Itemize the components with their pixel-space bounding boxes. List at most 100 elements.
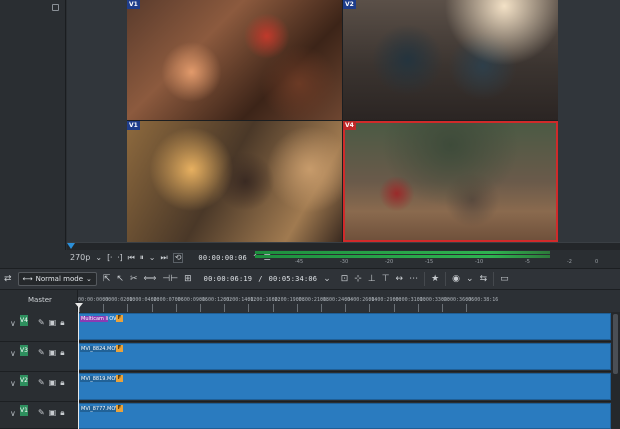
timeline-vertical-scrollbar[interactable]	[611, 312, 620, 429]
spacer-tool-icon[interactable]: ⟺	[144, 274, 157, 284]
monitor-ruler[interactable]	[67, 242, 620, 250]
meter-label: -15	[425, 259, 434, 265]
lift-icon[interactable]: ↔	[396, 274, 404, 284]
clip-name: MVI_8824.MOV	[80, 346, 120, 352]
forward-icon[interactable]: ⏭	[161, 253, 168, 262]
chevron-down-icon: ⌄	[86, 275, 92, 283]
chevron-down-icon[interactable]: ⌄	[466, 274, 474, 284]
select-tool-icon[interactable]: ⇱	[103, 274, 111, 284]
effect-badge[interactable]: F	[116, 315, 123, 322]
play-pause-icon[interactable]: ⏸	[140, 253, 144, 262]
edit-icon[interactable]: ✎	[38, 408, 45, 418]
mix-icon[interactable]: ⇆	[480, 274, 488, 284]
toolbar-separator	[424, 272, 426, 286]
ripple-tool-icon[interactable]: ⊣⊢	[162, 274, 178, 284]
scrollbar-thumb[interactable]	[613, 314, 618, 374]
loop-icon[interactable]: ⟲	[172, 252, 184, 263]
ruler-tick	[224, 304, 226, 312]
ruler-tick	[321, 304, 322, 312]
subtitle-icon[interactable]: ▭	[500, 274, 509, 284]
track-header-v2[interactable]: ∨ V2 ✎ ▣ 🔒︎	[0, 372, 77, 402]
ruler-tick	[175, 304, 177, 312]
snap-icon[interactable]: ⊹	[354, 274, 362, 284]
film-icon[interactable]: ▣	[49, 408, 57, 418]
monitor-position-marker[interactable]	[67, 243, 75, 249]
chevron-down-icon[interactable]: ∨	[10, 349, 16, 358]
effect-badge[interactable]: F	[116, 375, 123, 382]
clip[interactable]: MVI_8824.MOV F	[78, 343, 611, 370]
toolbar-separator	[445, 272, 447, 286]
mode-icon: ⟷	[22, 275, 33, 283]
meter-label: -10	[475, 259, 484, 265]
record-icon[interactable]: ◉	[452, 274, 460, 284]
ruler-tick	[466, 304, 468, 312]
multicam-preview[interactable]: V1 V2 V1 V4	[127, 0, 558, 242]
camera-view-4-selected[interactable]: V4	[343, 121, 558, 242]
chevron-down-icon[interactable]: ⌄	[149, 253, 156, 262]
lock-icon[interactable]: 🔒︎	[60, 378, 64, 388]
meter-label: -45	[295, 259, 304, 265]
track-settings-icon[interactable]: ⇄	[4, 274, 12, 284]
playhead-handle[interactable]	[75, 303, 83, 308]
track-lane-v2[interactable]: MVI_8819.MOV F	[77, 372, 611, 402]
timeline-position-timecode[interactable]: 00:00:06:19	[204, 275, 253, 283]
chevron-down-icon[interactable]: ∨	[10, 409, 16, 418]
film-icon[interactable]: ▣	[49, 378, 57, 388]
camera-tag: V4	[343, 121, 356, 130]
edit-mode-select[interactable]: ⟷ Normal mode ⌄	[17, 272, 97, 286]
ruler-tick	[345, 304, 347, 312]
clip[interactable]: MVI_8777.MOV F	[78, 403, 611, 429]
track-lane-v4[interactable]: Multicam liOV F	[77, 312, 611, 342]
track-header-v1[interactable]: ∨ V1 ✎ ▣ 🔒︎	[0, 402, 77, 429]
edit-icon[interactable]: ✎	[38, 318, 45, 328]
track-tag: V3	[20, 345, 28, 356]
slip-tool-icon[interactable]: ⊞	[184, 274, 192, 284]
camera-view-3[interactable]: V1	[127, 121, 342, 242]
camera-view-1[interactable]: V1	[127, 0, 342, 120]
meter-label: -5	[525, 259, 530, 265]
zoom-select[interactable]: 270p	[70, 253, 90, 262]
track-lane-v3[interactable]: MVI_8824.MOV F	[77, 342, 611, 372]
clip[interactable]: Multicam liOV F	[78, 313, 611, 340]
timeline-duration-timecode: 00:05:34:06	[268, 275, 318, 283]
lock-icon[interactable]: 🔒︎	[60, 348, 64, 358]
ruler-tick	[248, 304, 250, 312]
lock-icon[interactable]: 🔒︎	[60, 408, 64, 418]
camera-view-2[interactable]: V2	[343, 0, 558, 120]
timeline-ruler[interactable]: 00:00:00:00 00:00:02:10 00:00:04:20 00:00:0…	[77, 290, 620, 312]
left-panel	[0, 0, 66, 250]
ruler-label: 00:00:38:16	[465, 297, 499, 303]
chevron-down-icon[interactable]: ∨	[10, 379, 16, 388]
film-icon[interactable]: ▣	[49, 318, 57, 328]
pointer-tool-icon[interactable]: ↖	[116, 274, 124, 284]
effect-badge[interactable]: F	[116, 345, 123, 352]
chevron-down-icon[interactable]: ∨	[10, 319, 16, 328]
favorite-star-icon[interactable]: ★	[431, 274, 439, 284]
effect-badge[interactable]: F	[116, 405, 123, 412]
chevron-down-icon[interactable]: ⌄	[95, 253, 102, 262]
track-header-v4[interactable]: ∨ V4 ✎ ▣ 🔒︎	[0, 312, 77, 342]
chevron-down-icon[interactable]: ⌄	[323, 274, 331, 284]
meter-label: -2	[567, 259, 572, 265]
film-icon[interactable]: ▣	[49, 348, 57, 358]
edit-icon[interactable]: ✎	[38, 348, 45, 358]
clip-name: MVI_8819.MOV	[80, 376, 120, 382]
set-out-point-icon[interactable]: ⸱]	[117, 253, 122, 262]
clip[interactable]: MVI_8819.MOV F	[78, 373, 611, 400]
rewind-icon[interactable]: ⏮	[128, 253, 135, 262]
fit-zoom-icon[interactable]: ⊡	[341, 274, 349, 284]
insert-icon[interactable]: ⊥	[368, 274, 376, 284]
track-header-v3[interactable]: ∨ V3 ✎ ▣ 🔒︎	[0, 342, 77, 372]
meter-label: 0	[595, 259, 599, 265]
lock-icon[interactable]: 🔒︎	[60, 318, 64, 328]
ruler-tick	[296, 304, 298, 312]
razor-tool-icon[interactable]: ✂	[130, 274, 138, 284]
extract-icon[interactable]: ⋯	[409, 274, 418, 284]
edit-icon[interactable]: ✎	[38, 378, 45, 388]
pin-icon[interactable]	[52, 4, 59, 11]
set-in-point-icon[interactable]: [⸱	[107, 253, 112, 262]
overwrite-icon[interactable]: ⊤	[382, 274, 390, 284]
track-lane-v1[interactable]: MVI_8777.MOV F	[77, 402, 611, 429]
monitor-timecode[interactable]: 00:00:00:06	[198, 254, 247, 262]
master-label[interactable]: Master	[28, 296, 52, 304]
